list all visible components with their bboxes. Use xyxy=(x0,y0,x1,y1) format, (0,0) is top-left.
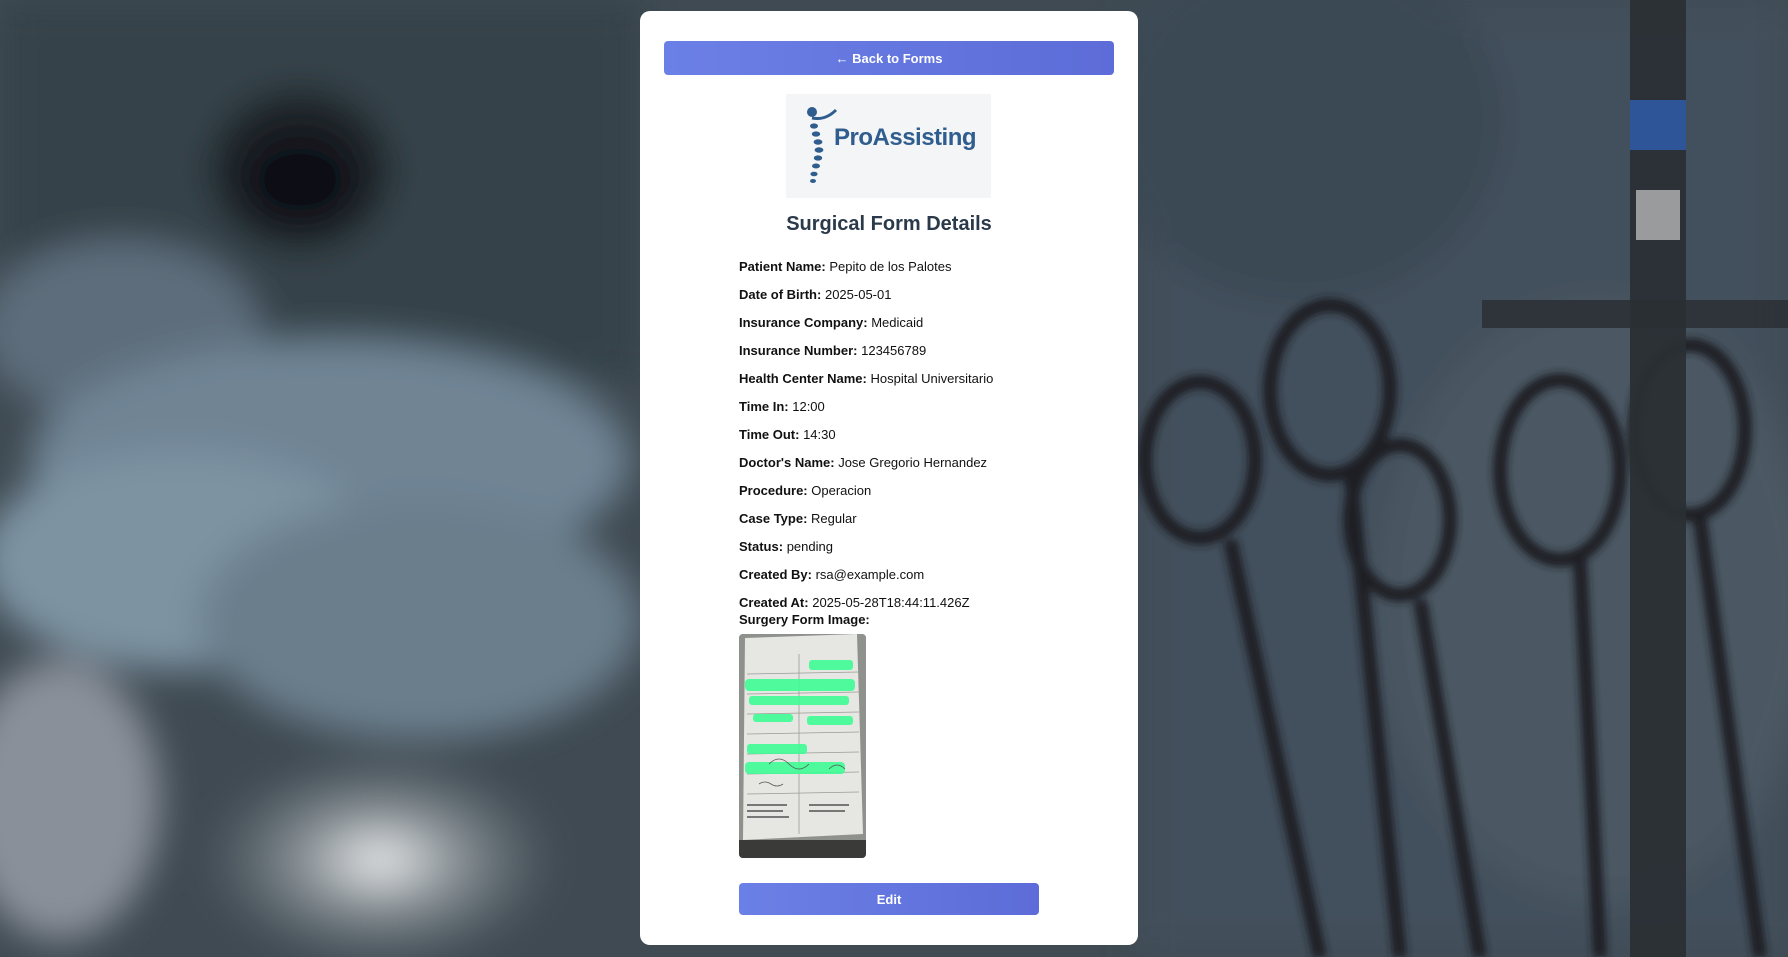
form-details-card: ← Back to Forms ProAssisting Surgical Fo… xyxy=(640,11,1138,945)
field-label: Insurance Number: xyxy=(739,343,858,358)
field-value: 12:00 xyxy=(792,399,825,414)
field-insurance-number: Insurance Number: 123456789 xyxy=(739,342,1099,370)
field-value: pending xyxy=(786,539,833,554)
field-label: Case Type: xyxy=(739,511,808,526)
field-value: 2025-05-28T18:44:11.426Z xyxy=(812,595,970,610)
field-label: Created At: xyxy=(739,595,809,610)
field-case-type: Case Type: Regular xyxy=(739,510,1099,538)
field-value: Pepito de los Palotes xyxy=(829,259,952,274)
field-label: Status: xyxy=(739,539,784,554)
back-to-forms-button[interactable]: ← Back to Forms xyxy=(664,41,1114,75)
field-label: Health Center Name: xyxy=(739,371,867,386)
edit-button[interactable]: Edit xyxy=(739,883,1039,915)
field-doctor-name: Doctor's Name: Jose Gregorio Hernandez xyxy=(739,454,1099,482)
field-time-in: Time In: 12:00 xyxy=(739,398,1099,426)
field-time-out: Time Out: 14:30 xyxy=(739,426,1099,454)
field-label: Created By: xyxy=(739,567,812,582)
field-value: Regular xyxy=(811,511,857,526)
logo-text: ProAssisting xyxy=(834,124,977,151)
field-date-of-birth: Date of Birth: 2025-05-01 xyxy=(739,286,1099,314)
field-label: Time Out: xyxy=(739,427,800,442)
field-value: rsa@example.com xyxy=(815,567,925,582)
field-label: Time In: xyxy=(739,399,789,414)
field-status: Status: pending xyxy=(739,538,1099,566)
field-label: Patient Name: xyxy=(739,259,826,274)
field-label: Insurance Company: xyxy=(739,315,868,330)
field-label: Procedure: xyxy=(739,483,808,498)
field-value: 123456789 xyxy=(861,343,927,358)
field-value: Hospital Universitario xyxy=(870,371,994,386)
spine-figure-icon xyxy=(807,107,838,183)
page-title: Surgical Form Details xyxy=(786,213,992,235)
surgery-form-image[interactable] xyxy=(739,634,866,858)
field-value: Jose Gregorio Hernandez xyxy=(838,455,988,470)
field-insurance-company: Insurance Company: Medicaid xyxy=(739,314,1099,342)
field-value: 2025-05-01 xyxy=(824,287,892,302)
field-label: Date of Birth: xyxy=(739,287,822,302)
proassisting-logo: ProAssisting xyxy=(786,94,991,198)
field-value: 14:30 xyxy=(803,427,836,442)
field-patient-name: Patient Name: Pepito de los Palotes xyxy=(739,258,1099,286)
field-label: Doctor's Name: xyxy=(739,455,835,470)
field-health-center: Health Center Name: Hospital Universitar… xyxy=(739,370,1099,398)
surgery-form-image-label: Surgery Form Image: xyxy=(739,612,870,627)
field-value: Operacion xyxy=(811,483,872,498)
field-value: Medicaid xyxy=(871,315,924,330)
details-list: Patient Name: Pepito de los Palotes Date… xyxy=(739,258,1099,622)
field-procedure: Procedure: Operacion xyxy=(739,482,1099,510)
field-created-by: Created By: rsa@example.com xyxy=(739,566,1099,594)
